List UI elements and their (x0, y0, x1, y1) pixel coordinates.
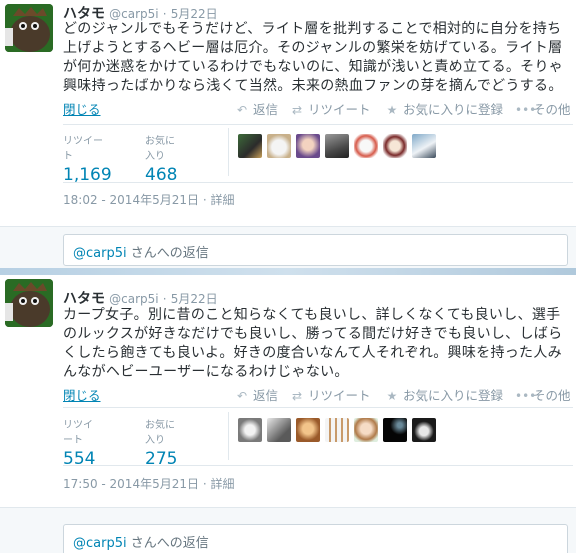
retweet-stat[interactable]: リツイート 1,169 (63, 132, 112, 185)
separator: · (162, 292, 167, 306)
favorite-stat-label: お気に入り (145, 420, 175, 446)
tweet-actions: 閉じる ↶ 返信 ⇄ リツイート ★ お気に入りに登録 •••その他 (63, 385, 573, 403)
user-avatar[interactable] (412, 418, 436, 442)
more-label: その他 (533, 102, 571, 117)
favorite-stat[interactable]: お気に入り 468 (145, 132, 177, 185)
close-link[interactable]: 閉じる (63, 99, 101, 118)
reply-action[interactable]: ↶ 返信 (235, 99, 278, 118)
stat-separator (228, 412, 229, 460)
avatar[interactable] (5, 4, 53, 52)
timestamp[interactable]: 5月22日 (171, 7, 218, 21)
divider (63, 182, 573, 183)
tweet-time-line: 17:50 - 2014年5月21日 · 詳細 (63, 475, 234, 492)
retweet-stat[interactable]: リツイート 554 (63, 416, 95, 469)
favorite-action[interactable]: ★ お気に入りに登録 (385, 99, 503, 118)
favorite-label: お気に入りに登録 (403, 102, 504, 117)
user-avatar[interactable] (325, 418, 349, 442)
reply-area: @carp5i さんへの返信 (0, 507, 576, 553)
reply-area: @carp5i さんへの返信 (0, 226, 576, 273)
retweet-stat-label: リツイート (63, 136, 103, 162)
tweet-datetime: 17:50 - 2014年5月21日 (63, 477, 199, 491)
retweet-action[interactable]: ⇄ リツイート (290, 99, 371, 118)
user-avatar[interactable] (383, 418, 407, 442)
dots-icon: ••• (515, 103, 537, 117)
reply-arrow-icon: ↶ (236, 103, 248, 117)
favorite-label: お気に入りに登録 (403, 388, 504, 403)
more-action[interactable]: •••その他 (515, 385, 571, 404)
reply-input[interactable]: @carp5i さんへの返信 (63, 234, 568, 266)
reply-input[interactable]: @carp5i さんへの返信 (63, 524, 568, 553)
user-avatar[interactable] (325, 134, 349, 158)
retweet-icon: ⇄ (291, 103, 303, 117)
user-avatar[interactable] (354, 134, 378, 158)
retweet-count: 554 (63, 449, 96, 469)
detail-link[interactable]: 詳細 (210, 193, 234, 207)
tweet: ハタモ @carp5i · 5月22日 どのジャンルでもそうだけど、ライト層を批… (0, 0, 576, 226)
reply-arrow-icon: ↶ (236, 389, 248, 403)
user-avatar[interactable] (267, 418, 291, 442)
username[interactable]: @carp5i (109, 7, 158, 21)
dots-icon: ••• (515, 389, 537, 403)
favorite-stat[interactable]: お気に入り 275 (145, 416, 177, 469)
tweet-text: どのジャンルでもそうだけど、ライト層を批判することで相対的に自分を持ち上げようと… (63, 21, 564, 94)
retweet-stat-label: リツイート (63, 420, 93, 446)
user-avatar[interactable] (412, 134, 436, 158)
user-avatar[interactable] (267, 134, 291, 158)
user-avatar[interactable] (238, 418, 262, 442)
username[interactable]: @carp5i (109, 292, 158, 306)
user-avatar[interactable] (296, 418, 320, 442)
close-link[interactable]: 閉じる (63, 385, 101, 404)
timestamp[interactable]: 5月22日 (171, 292, 218, 306)
star-icon: ★ (386, 389, 398, 403)
reply-mention: @carp5i (73, 246, 127, 261)
reply-mention: @carp5i (73, 536, 127, 551)
tweet-datetime: 18:02 - 2014年5月21日 (63, 193, 199, 207)
reply-placeholder: さんへの返信 (126, 536, 209, 551)
user-avatar[interactable] (354, 418, 378, 442)
tweet-header: ハタモ @carp5i · 5月22日 (63, 288, 218, 307)
retweet-label: リツイート (308, 102, 371, 117)
tweet-actions: 閉じる ↶ 返信 ⇄ リツイート ★ お気に入りに登録 •••その他 (63, 99, 573, 117)
reply-action[interactable]: ↶ 返信 (235, 385, 278, 404)
favorite-stat-label: お気に入り (145, 136, 175, 162)
reply-placeholder: さんへの返信 (126, 246, 209, 261)
avatar[interactable] (5, 279, 53, 327)
star-icon: ★ (386, 103, 398, 117)
divider (63, 465, 573, 466)
reply-label: 返信 (253, 388, 279, 403)
retweet-icon: ⇄ (291, 389, 303, 403)
favorite-count: 275 (145, 449, 178, 469)
detail-link[interactable]: 詳細 (210, 477, 234, 491)
reply-label: 返信 (253, 102, 279, 117)
tweet-time-line: 18:02 - 2014年5月21日 · 詳細 (63, 191, 234, 208)
timeline-gap (0, 268, 576, 275)
tweet: ハタモ @carp5i · 5月22日 カープ女子。別に昔のこと知らなくても良い… (0, 275, 576, 507)
user-avatar[interactable] (238, 134, 262, 158)
more-action[interactable]: •••その他 (515, 99, 571, 118)
separator: · (162, 7, 167, 21)
tweet-header: ハタモ @carp5i · 5月22日 (63, 3, 218, 22)
favorite-action[interactable]: ★ お気に入りに登録 (385, 385, 503, 404)
user-avatar[interactable] (296, 134, 320, 158)
retweet-action[interactable]: ⇄ リツイート (290, 385, 371, 404)
user-avatar[interactable] (383, 134, 407, 158)
divider (63, 407, 573, 408)
tweet-text: カープ女子。別に昔のこと知らなくても良いし、詳しくなくても良いし、選手のルックス… (63, 307, 563, 380)
retweet-label: リツイート (308, 388, 371, 403)
fullname[interactable]: ハタモ (63, 291, 105, 307)
more-label: その他 (533, 388, 571, 403)
divider (63, 124, 573, 125)
stat-separator (228, 128, 229, 176)
